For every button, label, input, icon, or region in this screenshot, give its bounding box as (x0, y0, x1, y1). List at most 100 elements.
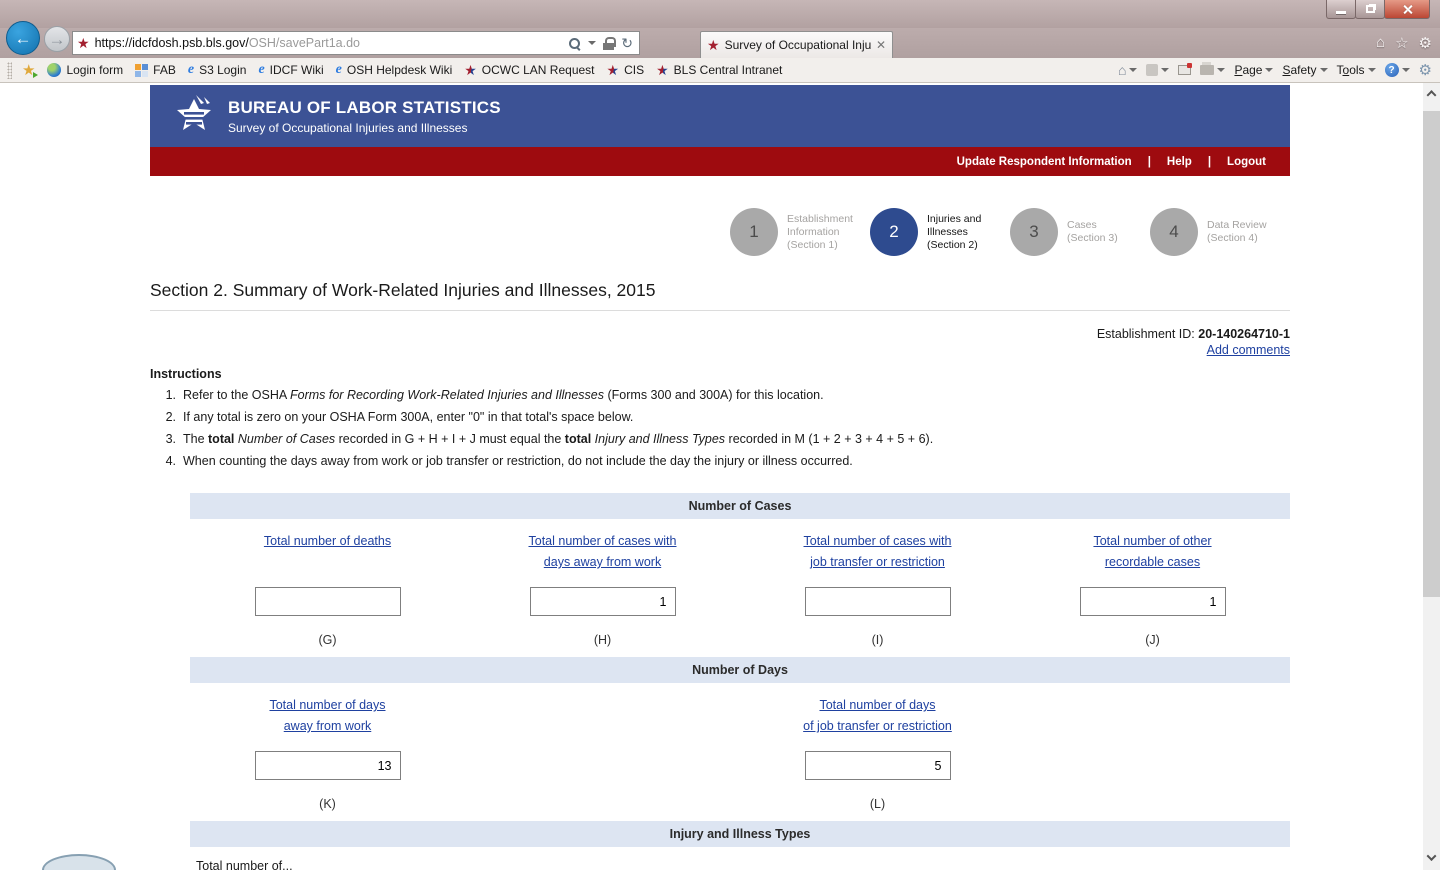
days-away-cases-input[interactable] (529, 587, 676, 616)
bls-brand-title: BUREAU OF LABOR STATISTICS (228, 97, 501, 117)
other-recordable-cases-definition-link[interactable]: Total number of other (1093, 531, 1211, 552)
favorite-bls-central-intranet[interactable]: ★ BLS Central Intranet (650, 63, 788, 77)
other-recordable-cases-definition-link[interactable]: recordable cases (1105, 552, 1200, 573)
search-dropdown-icon[interactable] (588, 41, 597, 45)
total-days-job-transfer-input[interactable] (804, 751, 951, 780)
bls-header-banner: BUREAU OF LABOR STATISTICS Survey of Occ… (150, 85, 1290, 147)
refresh-icon[interactable]: ↻ (621, 36, 633, 50)
favorite-osh-helpdesk-wiki[interactable]: e OSH Helpdesk Wiki (330, 62, 459, 78)
favorites-star-icon[interactable]: ☆ (1395, 34, 1408, 52)
scroll-up-button[interactable] (1423, 88, 1440, 105)
address-bar[interactable]: ★ https://idcfdosh.psb.bls.gov/OSH/saveP… (72, 31, 640, 55)
dropdown-icon (1161, 68, 1170, 72)
feeds-button[interactable] (1146, 64, 1170, 76)
establishment-id-block: Establishment ID: 20-140264710-1 Add com… (150, 326, 1290, 358)
injury-illness-types-header: Injury and Illness Types (190, 821, 1290, 847)
favorite-ocwc-lan-request[interactable]: ★ OCWC LAN Request (458, 63, 600, 77)
step-data-review: 4 Data Review (Section 4) (1150, 204, 1290, 260)
settings-gear-icon[interactable]: ⚙ (1419, 34, 1432, 52)
days-away-definition-link[interactable]: Total number of days (269, 695, 385, 716)
browser-tab[interactable]: ★ Survey of Occupational Inju... ✕ (700, 31, 893, 58)
total-days-away-input[interactable] (254, 751, 401, 780)
total-deaths-input[interactable] (254, 587, 401, 616)
bls-star-icon: ★ (606, 62, 620, 78)
chevron-down-icon (1426, 851, 1437, 862)
close-icon (1402, 4, 1413, 15)
favorites-bar: ★ Login form FAB e S3 Login e IDCF Wiki eO… (0, 58, 1440, 83)
window-title-bar (0, 0, 1440, 28)
vertical-scrollbar[interactable] (1423, 83, 1440, 870)
separator: | (1207, 155, 1212, 168)
instruction-item: 2. If any total is zero on your OSHA For… (165, 410, 634, 424)
search-icon[interactable] (568, 37, 581, 50)
step-establishment-information: 1 Establishment Information (Section 1) (730, 204, 870, 260)
home-menu-button[interactable]: ⌂ (1118, 63, 1138, 77)
add-favorite-star-icon: ★ (22, 61, 40, 79)
ie-icon: e (335, 62, 342, 77)
step-2-circle: 2 (870, 208, 918, 256)
print-button[interactable] (1200, 62, 1226, 75)
home-icon[interactable]: ⌂ (1376, 34, 1385, 52)
tab-favicon-icon: ★ (707, 37, 720, 53)
days-away-cases-definition-link[interactable]: days away from work (544, 552, 661, 573)
read-mail-button[interactable] (1178, 63, 1193, 75)
forward-arrow-icon: → (48, 29, 66, 49)
forward-button[interactable]: → (44, 26, 70, 52)
browser-navigation-bar: ← → ★ https://idcfdosh.psb.bls.gov/OSH/s… (0, 21, 1440, 58)
days-job-transfer-definition-link[interactable]: of job transfer or restriction (803, 716, 952, 737)
ie-icon: e (258, 62, 265, 77)
minimize-button[interactable] (1326, 0, 1356, 19)
add-comments-link[interactable]: Add comments (1207, 343, 1290, 357)
favorite-login-form[interactable]: Login form (41, 63, 129, 77)
help-menu[interactable]: ? (1384, 63, 1410, 77)
number-of-days-header: Number of Days (190, 657, 1290, 683)
instruction-item: 1. Refer to the OSHA Forms for Recording… (165, 388, 824, 402)
deaths-definition-link[interactable]: Total number of deaths (264, 531, 391, 552)
step-3-circle: 3 (1010, 208, 1058, 256)
logout-link[interactable]: Logout (1227, 156, 1266, 168)
add-to-favorites-button[interactable]: ★ (16, 63, 41, 78)
toolbar-grip (7, 61, 12, 79)
establishment-id-label: Establishment ID: (1096, 327, 1199, 341)
safety-menu[interactable]: Safety (1282, 63, 1328, 77)
mail-icon (1178, 63, 1193, 75)
close-button[interactable] (1384, 0, 1430, 19)
page-menu[interactable]: Page (1234, 63, 1274, 77)
favorite-idcf-wiki[interactable]: e IDCF Wiki (252, 62, 329, 78)
job-transfer-cases-definition-link[interactable]: Total number of cases with (804, 531, 952, 552)
scroll-down-button[interactable] (1423, 849, 1440, 866)
other-recordable-cases-input[interactable] (1079, 587, 1226, 616)
progress-steps: 1 Establishment Information (Section 1) 2 … (150, 204, 1290, 260)
step-4-circle: 4 (1150, 208, 1198, 256)
bls-star-icon: ★ (656, 62, 669, 78)
dropdown-icon (1319, 68, 1328, 72)
bls-logo-icon (174, 93, 214, 140)
establishment-id-value: 20-140264710-1 (1198, 327, 1290, 341)
back-button[interactable]: ← (6, 21, 40, 55)
job-transfer-cases-input[interactable] (804, 587, 951, 616)
scrollbar-thumb[interactable] (1423, 111, 1440, 597)
site-favicon-icon: ★ (77, 35, 90, 51)
column-letter-l: (L) (869, 797, 886, 811)
column-letter-k: (K) (319, 797, 336, 811)
tools-menu[interactable]: Tools (1337, 63, 1376, 77)
command-settings-button[interactable]: ⚙ (1419, 63, 1432, 78)
days-away-cases-definition-link[interactable]: Total number of cases with (529, 531, 677, 552)
window-controls (1326, 0, 1430, 19)
favorite-s3-login[interactable]: e S3 Login (182, 63, 253, 78)
job-transfer-cases-definition-link[interactable]: job transfer or restriction (810, 552, 945, 573)
globe-icon (47, 63, 62, 77)
instruction-item: 4. When counting the days away from work… (165, 454, 853, 468)
update-respondent-information-link[interactable]: Update Respondent Information (957, 156, 1132, 168)
help-link[interactable]: Help (1167, 156, 1192, 168)
days-away-definition-link[interactable]: away from work (284, 716, 372, 737)
favorite-fab[interactable]: FAB (129, 63, 182, 77)
number-of-cases-header: Number of Cases (190, 493, 1290, 519)
instructions-heading: Instructions (150, 367, 222, 381)
url-text[interactable]: https://idcfdosh.psb.bls.gov/OSH/savePar… (95, 36, 569, 50)
floating-widget-partial[interactable] (42, 854, 116, 870)
restore-button[interactable] (1355, 0, 1385, 19)
favorite-cis[interactable]: ★ CIS (601, 63, 651, 77)
tab-close-icon[interactable]: ✕ (876, 38, 886, 52)
days-job-transfer-definition-link[interactable]: Total number of days (819, 695, 935, 716)
